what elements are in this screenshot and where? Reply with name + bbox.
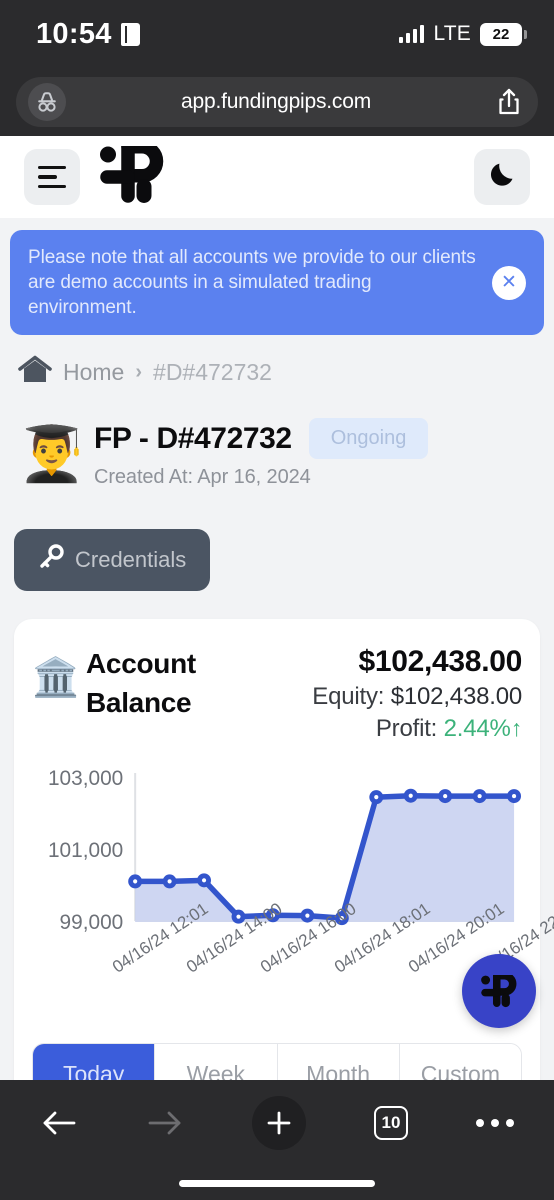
- chart-data-point-center: [305, 913, 310, 918]
- page-title: FP - D#472732: [94, 421, 292, 455]
- home-icon[interactable]: [18, 355, 52, 390]
- hamburger-menu-icon: [38, 165, 66, 189]
- balance-label-line1: Account: [86, 648, 196, 680]
- equity-label: Equity:: [312, 683, 385, 711]
- more-options-icon: [476, 1119, 514, 1127]
- url-text[interactable]: app.fundingpips.com: [66, 90, 492, 114]
- account-title-row: 👨‍🎓 FP - D#472732 Ongoing Created At: Ap…: [0, 390, 554, 489]
- period-tab-week[interactable]: Week: [155, 1044, 278, 1080]
- chart-data-point-center: [167, 879, 172, 884]
- forward-button[interactable]: [146, 1108, 184, 1138]
- profit-up-arrow-icon: ↑: [510, 715, 523, 742]
- chart-data-point-center: [374, 795, 379, 800]
- period-tab-label: Month: [306, 1060, 371, 1080]
- period-tab-custom[interactable]: Custom: [399, 1044, 521, 1080]
- tab-count-label: 10: [374, 1106, 408, 1140]
- battery-level: 22: [492, 25, 510, 43]
- browser-url-bar[interactable]: app.fundingpips.com: [16, 77, 538, 127]
- account-title-line: FP - D#472732 Ongoing: [94, 418, 429, 460]
- status-bar-left: 10:54: [36, 18, 140, 51]
- chart-data-point-center: [477, 794, 482, 799]
- chart-svg: 99,000 101,000 103,000: [48, 767, 522, 934]
- balance-values-block: $102,438.00 Equity: $102,438.00 Profit: …: [312, 645, 522, 743]
- chart-data-point-center: [133, 879, 138, 884]
- new-tab-button[interactable]: [252, 1096, 306, 1150]
- credentials-label: Credentials: [75, 547, 187, 573]
- period-tab-label: Today: [62, 1060, 125, 1080]
- balance-card-header: 🏛️ Account Balance $102,438.00 Equity: $…: [32, 645, 522, 743]
- close-icon[interactable]: ✕: [492, 265, 526, 300]
- status-bar: 10:54 LTE 22: [0, 0, 554, 68]
- battery-indicator: 22: [480, 22, 527, 46]
- period-tab-month[interactable]: Month: [277, 1044, 400, 1080]
- home-indicator-container: [0, 1166, 554, 1200]
- balance-amount: $102,438.00: [358, 645, 522, 679]
- share-icon[interactable]: [492, 87, 526, 117]
- chart-x-axis-labels: 04/16/24 12:01 04/16/24 14:00 04/16/24 16:…: [32, 899, 554, 1037]
- more-options-button[interactable]: [476, 1119, 514, 1127]
- period-tabs: Today Week Month Custom: [32, 1043, 522, 1080]
- profit-row: Profit: 2.44%↑: [312, 715, 522, 743]
- banner-message: Please note that all accounts we provide…: [28, 247, 476, 319]
- phone-screen: 10:54 LTE 22 app.fundingpips.com Please …: [0, 0, 554, 1200]
- chart-data-point-center: [408, 793, 413, 799]
- chart-data-point-center: [236, 914, 241, 920]
- balance-chart: 99,000 101,000 103,000: [32, 759, 522, 959]
- account-balance-card: 🏛️ Account Balance $102,438.00 Equity: $…: [14, 619, 554, 1080]
- balance-label-block: Account Balance: [86, 645, 196, 722]
- key-icon: [38, 544, 64, 576]
- browser-bottom-bar: 10: [0, 1080, 554, 1200]
- carrier-label: LTE: [433, 22, 471, 45]
- period-tab-label: Custom: [420, 1060, 500, 1080]
- fundingpips-logo-icon: [481, 974, 517, 1007]
- browser-controls-row: 10: [0, 1080, 554, 1166]
- chart-y-tick-label: 103,000: [48, 767, 123, 790]
- equity-value: $102,438.00: [390, 683, 522, 711]
- dark-mode-toggle-button[interactable]: [474, 149, 530, 205]
- home-indicator[interactable]: [179, 1179, 375, 1187]
- book-icon: [120, 22, 140, 46]
- hamburger-menu-button[interactable]: [24, 149, 80, 205]
- period-tab-today[interactable]: Today: [33, 1044, 156, 1080]
- breadcrumb-home-link[interactable]: Home: [63, 359, 124, 386]
- back-arrow-icon: [43, 1111, 76, 1135]
- fundingpips-logo[interactable]: [98, 139, 166, 209]
- status-badge: Ongoing: [308, 418, 429, 460]
- chart-data-point-center: [511, 794, 517, 799]
- credentials-button[interactable]: Credentials: [14, 529, 211, 592]
- equity-row: Equity: $102,438.00: [312, 683, 522, 711]
- incognito-icon: [28, 83, 66, 121]
- balance-label-line2: Balance: [86, 686, 192, 718]
- notice-banner-container: Please note that all accounts we provide…: [0, 218, 554, 336]
- moon-icon: [487, 159, 518, 195]
- chart-y-tick-label: 101,000: [48, 839, 123, 862]
- bank-icon: 🏛️: [32, 657, 80, 700]
- back-button[interactable]: [40, 1108, 78, 1138]
- chart-area-fill: [135, 795, 515, 922]
- app-header: [0, 136, 554, 218]
- period-tab-label: Week: [186, 1060, 246, 1080]
- web-page-content: Please note that all accounts we provide…: [0, 136, 554, 1080]
- forward-arrow-icon: [148, 1111, 181, 1135]
- status-bar-right: LTE 22: [398, 22, 527, 46]
- plus-icon: [267, 1111, 291, 1135]
- breadcrumb-current: #D#472732: [153, 359, 272, 386]
- fundingpips-chat-fab[interactable]: [462, 954, 536, 1028]
- graduate-avatar: 👨‍🎓: [18, 423, 86, 484]
- credentials-container: Credentials: [0, 489, 554, 592]
- tab-switcher-button[interactable]: 10: [374, 1106, 408, 1140]
- profit-value: 2.44%: [443, 715, 511, 743]
- status-time: 10:54: [36, 17, 112, 50]
- chart-y-tick-label: 99,000: [60, 911, 124, 934]
- created-at-label: Created At: Apr 16, 2024: [94, 466, 311, 489]
- profit-label: Profit:: [375, 715, 438, 743]
- demo-account-banner: Please note that all accounts we provide…: [10, 230, 544, 336]
- chevron-right-icon: ›: [135, 361, 143, 384]
- chart-data-point-center: [201, 878, 207, 883]
- browser-url-bar-container: app.fundingpips.com: [0, 68, 554, 136]
- signal-strength-icon: [398, 25, 425, 43]
- chart-data-point-center: [443, 794, 448, 799]
- breadcrumb: Home › #D#472732: [0, 335, 554, 390]
- account-title-column: FP - D#472732 Ongoing Created At: Apr 16…: [94, 418, 429, 489]
